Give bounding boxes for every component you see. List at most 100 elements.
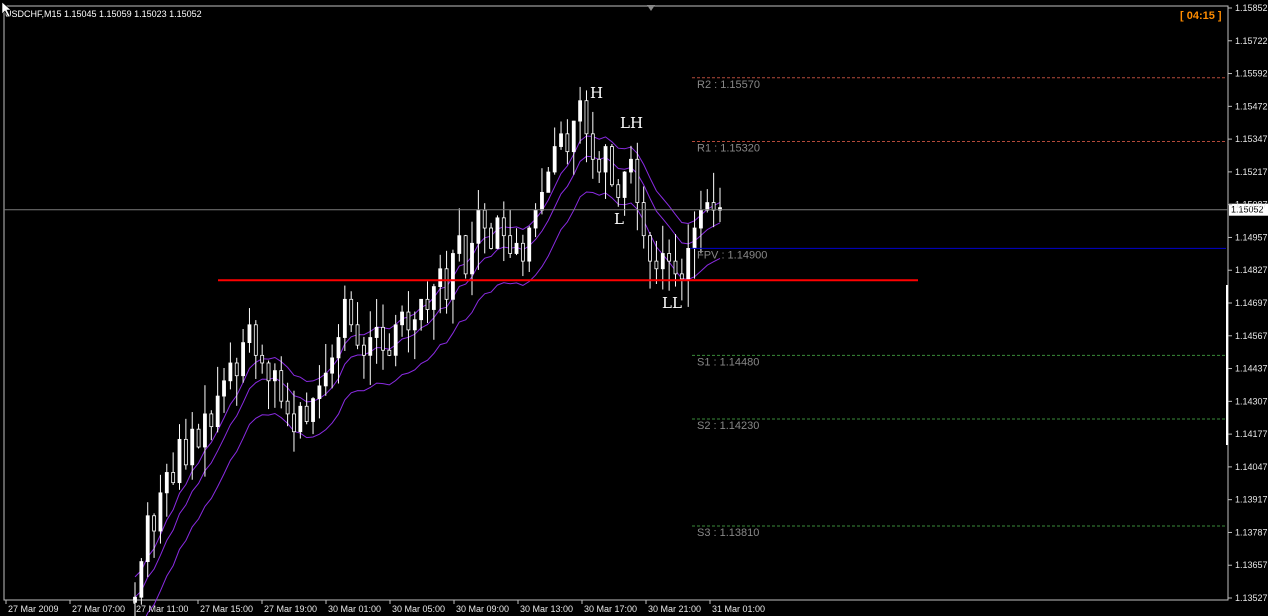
pivot-label-s2: S2 : 1.14230 bbox=[697, 420, 759, 432]
candle-body bbox=[660, 253, 665, 270]
candle-body bbox=[533, 209, 538, 229]
candle-body bbox=[425, 298, 430, 310]
candle-body bbox=[641, 202, 646, 237]
candle-body bbox=[546, 171, 551, 193]
candle-body bbox=[279, 370, 284, 402]
candle-body bbox=[514, 242, 519, 254]
price-chart[interactable]: 1.15052 1.158521.157221.155921.154721.15… bbox=[0, 0, 1268, 616]
candle-body bbox=[654, 260, 659, 270]
y-tick-label: 1.14437 bbox=[1235, 364, 1268, 374]
x-tick-label: 31 Mar 01:00 bbox=[712, 604, 765, 614]
y-tick-label: 1.13787 bbox=[1235, 527, 1268, 537]
pattern-label-l: L bbox=[614, 210, 624, 228]
candle-body bbox=[501, 217, 506, 237]
candle-body bbox=[196, 428, 201, 448]
x-tick-label: 27 Mar 07:00 bbox=[72, 604, 125, 614]
candle-body bbox=[571, 120, 576, 153]
bar-timer: [ 04:15 ] bbox=[1180, 10, 1222, 22]
candle-body bbox=[489, 227, 493, 249]
candle-body bbox=[285, 400, 290, 415]
chart-scrollbar[interactable] bbox=[1226, 285, 1228, 445]
candle-body bbox=[362, 344, 366, 356]
candle-body bbox=[272, 370, 277, 382]
candle-body bbox=[406, 311, 411, 331]
candle-body bbox=[183, 438, 188, 466]
shift-marker-icon[interactable] bbox=[647, 5, 655, 11]
candle-body bbox=[686, 248, 691, 280]
pivot-label-r1: R1 : 1.15320 bbox=[697, 142, 760, 154]
y-tick-label: 1.15472 bbox=[1235, 101, 1268, 111]
candle-body bbox=[323, 372, 328, 387]
pattern-label-ll: LL bbox=[662, 294, 682, 312]
candle-body bbox=[266, 362, 271, 382]
candle-body bbox=[349, 298, 354, 326]
y-tick-label: 1.15592 bbox=[1235, 69, 1268, 79]
candle-body bbox=[228, 362, 233, 382]
candle-body bbox=[387, 349, 392, 356]
candle-body bbox=[203, 413, 207, 448]
y-tick-label: 1.14697 bbox=[1235, 298, 1268, 308]
pivot-label-s3: S3 : 1.13810 bbox=[697, 527, 759, 539]
chart-window[interactable]: 1.15052 1.15852 1.15722 1.15592 1.15472 1.15… bbox=[0, 0, 1268, 616]
y-tick-label: 1.15722 bbox=[1235, 36, 1268, 46]
x-tick-label: 30 Mar 05:00 bbox=[392, 604, 445, 614]
x-tick-label: 27 Mar 19:00 bbox=[264, 604, 317, 614]
candle-body bbox=[311, 398, 315, 422]
y-tick-label: 1.14957 bbox=[1235, 232, 1268, 242]
candle-body bbox=[393, 324, 398, 356]
candle-body bbox=[164, 472, 169, 494]
symbol-info: USDCHF,M15 1.15045 1.15059 1.15023 1.150… bbox=[5, 9, 202, 19]
candle-body bbox=[616, 184, 621, 198]
candle-body bbox=[635, 158, 640, 203]
candle-body bbox=[444, 268, 449, 300]
ema-band-line bbox=[134, 155, 721, 598]
x-tick-label: 30 Mar 21:00 bbox=[648, 604, 701, 614]
candle-body bbox=[374, 326, 379, 338]
y-tick-label: 1.13917 bbox=[1235, 495, 1268, 505]
y-tick-label: 1.15852 bbox=[1235, 3, 1268, 13]
candle-body bbox=[590, 133, 595, 160]
candle-body bbox=[419, 298, 424, 321]
candle-body bbox=[317, 385, 322, 400]
candle-body bbox=[171, 472, 176, 484]
candle-body bbox=[565, 133, 570, 153]
x-tick-label: 27 Mar 2009 bbox=[8, 604, 59, 614]
candle-body bbox=[610, 146, 614, 186]
x-tick-label: 27 Mar 11:00 bbox=[136, 604, 188, 614]
pivot-label-s1: S1 : 1.14480 bbox=[697, 356, 759, 368]
candle-body bbox=[298, 405, 303, 433]
candle-body bbox=[711, 202, 716, 211]
candle-body bbox=[342, 298, 347, 338]
pivot-label-r2: R2 : 1.15570 bbox=[697, 79, 760, 91]
pattern-label-lh: LH bbox=[620, 114, 643, 132]
pivot-label-fpv: FPV : 1.14900 bbox=[697, 249, 767, 261]
candle-body bbox=[438, 268, 443, 287]
candle-body bbox=[629, 158, 633, 173]
candle-body bbox=[457, 235, 462, 254]
candle-body bbox=[355, 324, 360, 346]
candle-body bbox=[215, 395, 220, 428]
candle-body bbox=[578, 100, 583, 122]
y-tick-label: 1.14827 bbox=[1235, 265, 1268, 275]
candle-body bbox=[648, 235, 652, 262]
x-tick-label: 30 Mar 01:00 bbox=[328, 604, 381, 614]
candle-body bbox=[209, 413, 214, 428]
candle-body bbox=[381, 326, 385, 351]
candle-body bbox=[177, 438, 182, 484]
y-tick-label: 1.15087 bbox=[1235, 200, 1268, 210]
candle-body bbox=[145, 515, 150, 562]
y-tick-label: 1.14047 bbox=[1235, 462, 1268, 472]
candle-body bbox=[304, 405, 309, 422]
y-tick-label: 1.15347 bbox=[1235, 134, 1268, 144]
candle-body bbox=[527, 227, 532, 262]
candle-body bbox=[673, 260, 678, 275]
candle-body bbox=[412, 319, 417, 331]
candle-body bbox=[431, 286, 436, 310]
y-tick-label: 1.14307 bbox=[1235, 396, 1268, 406]
y-tick-label: 1.13527 bbox=[1235, 593, 1268, 603]
x-tick-label: 30 Mar 17:00 bbox=[584, 604, 637, 614]
x-tick-label: 30 Mar 09:00 bbox=[456, 604, 509, 614]
candle-body bbox=[234, 362, 239, 377]
candle-body bbox=[552, 146, 557, 173]
candle-body bbox=[330, 357, 335, 374]
